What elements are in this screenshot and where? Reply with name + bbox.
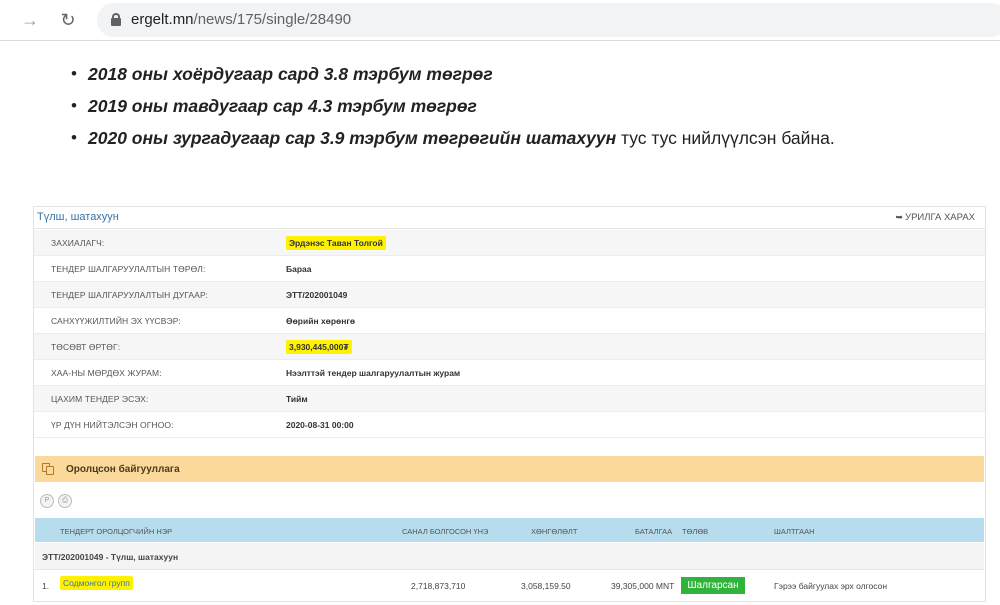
highlighted-value: Содмонгол групп — [60, 576, 133, 590]
pdf-export-button[interactable]: P — [40, 494, 54, 508]
list-item: 2018 оны хоёрдугаар сард 3.8 тэрбум төгр… — [68, 58, 968, 90]
panel-title[interactable]: Түлш, шатахуун — [37, 211, 119, 223]
info-label: ХАА-НЫ МӨРДӨХ ЖУРАМ: — [51, 368, 162, 378]
tender-panel: Түлш, шатахуун ➥ УРИЛГА ХАРАХ ЗАХИАЛАГЧ: … — [33, 206, 986, 602]
info-row-published: ҮР ДҮН НИЙТЭЛСЭН ОГНОО: 2020-08-31 00:00 — [34, 412, 985, 438]
url-text[interactable]: ergelt.mn/news/175/single/28490 — [131, 11, 351, 28]
guarantee-amount: 39,305,000 MNT — [611, 581, 675, 591]
lock-icon — [111, 13, 121, 26]
article-bullet-list: 2018 оны хоёрдугаар сард 3.8 тэрбум төгр… — [68, 58, 968, 154]
info-value: 3,930,445,000₮ — [286, 340, 352, 354]
info-row-funding: САНХҮҮЖИЛТИЙН ЭХ ҮҮСВЭР: Өөрийн хөрөнгө — [34, 308, 985, 334]
panel-header: Түлш, шатахуун ➥ УРИЛГА ХАРАХ — [34, 207, 985, 229]
info-row-customer: ЗАХИАЛАГЧ: Эрдэнэс Таван Толгой — [34, 230, 985, 256]
highlighted-value: Эрдэнэс Таван Толгой — [286, 236, 386, 250]
info-row-type: ТЕНДЕР ШАЛГАРУУЛАЛТЫН ТӨРӨЛ: Бараа — [34, 256, 985, 282]
participants-table-header: ТЕНДЕРТ ОРОЛЦОГЧИЙН НЭР САНАЛ БОЛГОСОН Ү… — [35, 518, 984, 542]
info-value: Эрдэнэс Таван Толгой — [286, 236, 386, 250]
print-button[interactable]: ⎙ — [58, 494, 72, 508]
browser-toolbar: → ↻ ergelt.mn/news/175/single/28490 — [0, 0, 1000, 41]
list-item: 2020 оны зургадугаар сар 3.9 тэрбум төгр… — [68, 122, 968, 154]
table-group-row: ЭТТ/202001049 - Түлш, шатахуун — [35, 543, 984, 570]
info-value: 2020-08-31 00:00 — [286, 420, 354, 430]
info-value: Нээлттэй тендер шалгаруулалтын журам — [286, 368, 461, 378]
participants-header: Оролцсон байгууллага — [35, 456, 984, 482]
bullet-text: тус тус нийлүүлсэн байна. — [616, 128, 835, 148]
group-label: ЭТТ/202001049 - Түлш, шатахуун — [42, 552, 179, 562]
list-item: 2019 оны тавдугаар сар 4.3 тэрбум төгрөг — [68, 90, 968, 122]
info-label: ТЕНДЕР ШАЛГАРУУЛАЛТЫН ТӨРӨЛ: — [51, 264, 206, 274]
external-link-icon: ➥ — [895, 212, 904, 222]
column-header-reason[interactable]: ШАЛТГААН — [774, 527, 815, 536]
column-header-guarantee[interactable]: БАТАЛГАА — [635, 527, 672, 536]
bid-amount: 2,718,873,710 — [411, 581, 466, 591]
info-label: ТӨСӨВТ ӨРТӨГ: — [51, 342, 121, 352]
info-label: ҮР ДҮН НИЙТЭЛСЭН ОГНОО: — [51, 420, 174, 430]
highlighted-value: 3,930,445,000₮ — [286, 340, 352, 354]
bullet-bold-text: 2020 оны зургадугаар сар 3.9 тэрбум төгр… — [88, 128, 617, 148]
bullet-bold-text: 2018 оны хоёрдугаар сард 3.8 тэрбум төгр… — [88, 64, 493, 84]
info-label: ЗАХИАЛАГЧ: — [51, 238, 105, 248]
info-row-budget: ТӨСӨВТ ӨРТӨГ: 3,930,445,000₮ — [34, 334, 985, 360]
forward-arrow-icon[interactable]: → — [18, 8, 42, 32]
status-badge: Шалгарсан — [681, 577, 745, 594]
bullet-bold-text: 2019 оны тавдугаар сар 4.3 тэрбум төгрөг — [88, 96, 477, 116]
info-row-number: ТЕНДЕР ШАЛГАРУУЛАЛТЫН ДУГААР: ЭТТ/202001… — [34, 282, 985, 308]
column-header-name[interactable]: ТЕНДЕРТ ОРОЛЦОГЧИЙН НЭР — [60, 527, 172, 536]
table-row: 1. Содмонгол групп 2,718,873,710 3,058,1… — [35, 571, 984, 599]
reason-text: Гэрээ байгуулах эрх олгосон — [774, 581, 888, 591]
row-index: 1. — [42, 581, 50, 591]
discount-amount: 3,058,159.50 — [521, 581, 571, 591]
info-row-electronic: ЦАХИМ ТЕНДЕР ЭСЭХ: Тийм — [34, 386, 985, 412]
info-value: Бараа — [286, 264, 312, 274]
column-header-bid[interactable]: САНАЛ БОЛГОСОН ҮНЭ — [402, 527, 488, 536]
info-value: Тийм — [286, 394, 308, 404]
column-header-status[interactable]: ТӨЛӨВ — [682, 527, 708, 536]
view-invitation-link[interactable]: ➥ УРИЛГА ХАРАХ — [895, 212, 975, 223]
url-host: ergelt.mn — [131, 11, 194, 28]
info-label: САНХҮҮЖИЛТИЙН ЭХ ҮҮСВЭР: — [51, 316, 181, 326]
info-label: ЦАХИМ ТЕНДЕР ЭСЭХ: — [51, 394, 149, 404]
participant-name-link[interactable]: Содмонгол групп — [60, 576, 133, 590]
view-invitation-label: УРИЛГА ХАРАХ — [905, 212, 975, 223]
info-value: ЭТТ/202001049 — [286, 290, 348, 300]
copy-icon — [42, 463, 54, 475]
url-path: /news/175/single/28490 — [193, 11, 352, 28]
address-bar[interactable]: ergelt.mn/news/175/single/28490 — [97, 3, 1000, 37]
info-row-procedure: ХАА-НЫ МӨРДӨХ ЖУРАМ: Нээлттэй тендер шал… — [34, 360, 985, 386]
column-header-discount[interactable]: ХӨНГӨЛӨЛТ — [531, 527, 577, 536]
participants-title: Оролцсон байгууллага — [66, 464, 180, 475]
reload-icon[interactable]: ↻ — [56, 8, 80, 32]
info-label: ТЕНДЕР ШАЛГАРУУЛАЛТЫН ДУГААР: — [51, 290, 208, 300]
info-value: Өөрийн хөрөнгө — [286, 316, 356, 326]
